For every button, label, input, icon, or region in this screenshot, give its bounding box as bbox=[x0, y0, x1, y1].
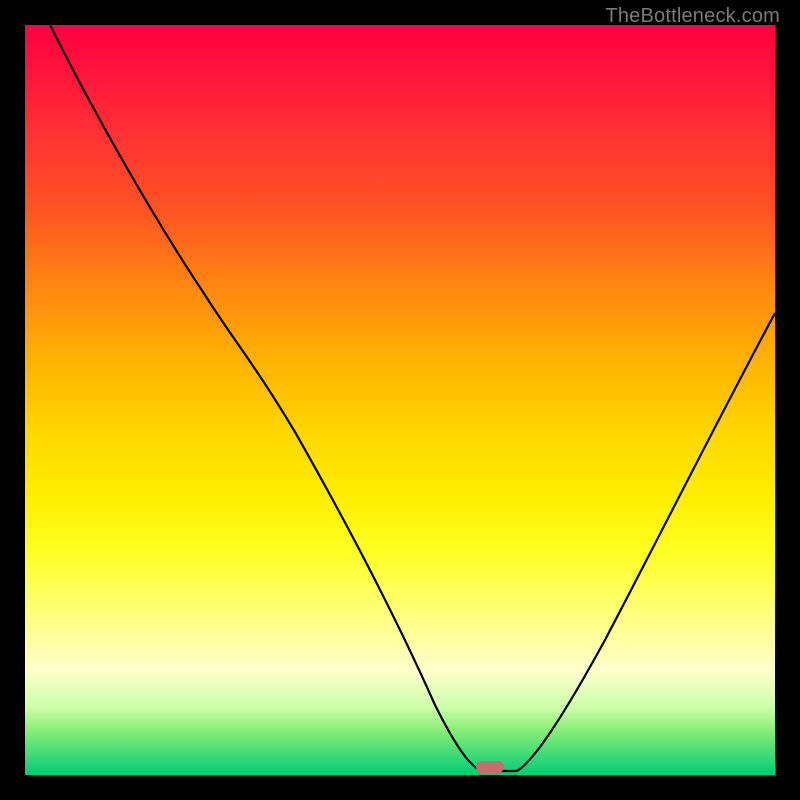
attribution-label: TheBottleneck.com bbox=[605, 5, 780, 28]
bottleneck-curve bbox=[25, 25, 775, 775]
optimum-marker bbox=[476, 761, 504, 773]
chart-frame: TheBottleneck.com bbox=[0, 0, 800, 800]
plot-area bbox=[25, 25, 775, 775]
